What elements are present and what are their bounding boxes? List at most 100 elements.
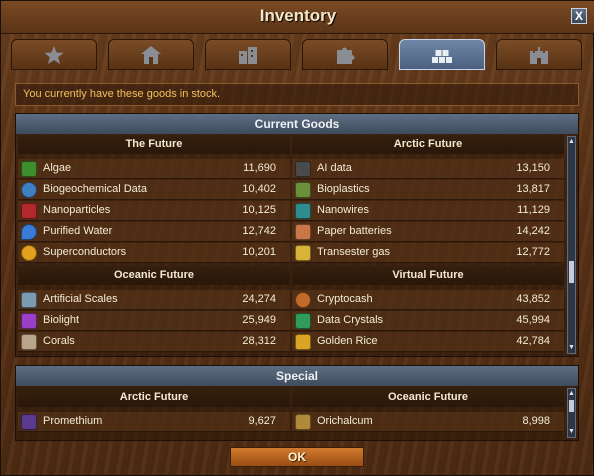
buildings-icon [239,47,257,64]
goods-quantity: 13,817 [516,183,550,195]
info-message: You currently have these goods in stock. [15,83,579,106]
special-panel: Special Arctic Future Promethium 9,627 O… [15,365,579,441]
group-title: Arctic Future [18,388,290,407]
ok-button[interactable]: OK [230,447,364,467]
goods-row: Data Crystals 45,994 [292,311,564,331]
goods-quantity: 9,627 [248,415,276,427]
goods-row: Nanoparticles 10,125 [18,201,290,221]
group-title: Oceanic Future [292,388,564,407]
tab-house[interactable] [108,39,194,70]
nanoparticles-icon [21,203,37,219]
inventory-window: Inventory X You currently have these goo… [0,0,594,476]
scroll-up-icon[interactable]: ▲ [568,138,575,146]
goods-name: Nanowires [317,204,369,216]
goods-name: Superconductors [43,246,127,258]
goods-quantity: 45,994 [516,314,550,326]
goods-name: Paper batteries [317,225,392,237]
goods-quantity: 8,998 [522,415,550,427]
goods-name: Algae [43,162,72,174]
tab-bar [11,39,585,71]
goods-quantity: 12,772 [516,246,550,258]
orichalcum-icon [295,414,311,430]
special-scrollbar[interactable]: ▲ ▼ [567,388,576,438]
goods-row: Algae 11,690 [18,159,290,179]
nanowires-icon [295,203,311,219]
goods-name: Nanoparticles [43,204,111,216]
goods-name: Bioplastics [317,183,370,195]
scroll-up-icon[interactable]: ▲ [568,390,575,398]
goods-name: Purified Water [43,225,113,237]
tab-goods[interactable] [399,39,485,70]
scroll-thumb[interactable] [569,261,574,283]
goods-row: Promethium 9,627 [18,412,290,432]
goods-quantity: 12,742 [242,225,276,237]
house-icon [141,46,161,64]
golden-rice-icon [295,334,311,350]
promethium-icon [21,414,37,430]
goods-row: Bioplastics 13,817 [292,180,564,200]
tab-buildings[interactable] [205,39,291,70]
goods-quantity: 10,125 [242,204,276,216]
goods-quantity: 13,150 [516,162,550,174]
window-title: Inventory [259,6,337,25]
goods-quantity: 25,949 [242,314,276,326]
title-bar: Inventory X [1,1,594,34]
goods-row: Biolight 25,949 [18,311,290,331]
puzzle-icon [337,47,355,64]
goods-quantity: 10,402 [242,183,276,195]
goods-row: Orichalcum 8,998 [292,412,564,432]
goods-name: Promethium [43,415,103,427]
goods-row: Superconductors 10,201 [18,243,290,263]
goods-quantity: 43,852 [516,293,550,305]
coral-icon [21,334,37,350]
group-title: The Future [18,135,290,154]
scroll-thumb[interactable] [569,400,574,412]
star-icon [44,46,64,64]
current-goods-scrollbar[interactable]: ▲ ▼ [567,136,576,354]
recycle-icon [295,182,311,198]
data-crystal-icon [295,313,311,329]
goods-name: Biogeochemical Data [43,183,147,195]
tab-star[interactable] [11,39,97,70]
algae-icon [21,161,37,177]
cryptocash-icon [295,292,311,308]
goods-name: Corals [43,335,75,347]
tab-castle[interactable] [496,39,582,70]
tab-puzzle[interactable] [302,39,388,70]
goods-row: Cryptocash 43,852 [292,290,564,310]
group-title: Arctic Future [292,135,564,154]
gas-icon [295,245,311,261]
paper-battery-icon [295,224,311,240]
close-button[interactable]: X [571,8,587,24]
goods-row: Corals 28,312 [18,332,290,352]
group-title: Virtual Future [292,266,564,285]
biolight-icon [21,313,37,329]
goods-quantity: 10,201 [242,246,276,258]
goods-name: AI data [317,162,352,174]
globe-icon [21,182,37,198]
goods-row: Artificial Scales 24,274 [18,290,290,310]
goods-quantity: 42,784 [516,335,550,347]
goods-quantity: 28,312 [242,335,276,347]
goods-bricks-icon [432,50,452,63]
ai-data-icon [295,161,311,177]
special-header: Special [16,366,578,386]
goods-name: Golden Rice [317,335,378,347]
scroll-down-icon[interactable]: ▼ [568,428,575,436]
goods-quantity: 14,242 [516,225,550,237]
current-goods-header: Current Goods [16,114,578,134]
water-drop-icon [21,224,37,240]
goods-quantity: 11,129 [517,204,550,216]
goods-row: Transester gas 12,772 [292,243,564,263]
goods-row: Biogeochemical Data 10,402 [18,180,290,200]
superconductor-icon [21,245,37,261]
current-goods-panel: Current Goods The Future Algae 11,690 Bi… [15,113,579,357]
goods-row: AI data 13,150 [292,159,564,179]
goods-quantity: 11,690 [243,162,276,174]
scroll-down-icon[interactable]: ▼ [568,344,575,352]
goods-name: Transester gas [317,246,390,258]
goods-name: Biolight [43,314,80,326]
goods-row: Paper batteries 14,242 [292,222,564,242]
goods-row: Purified Water 12,742 [18,222,290,242]
goods-quantity: 24,274 [242,293,276,305]
